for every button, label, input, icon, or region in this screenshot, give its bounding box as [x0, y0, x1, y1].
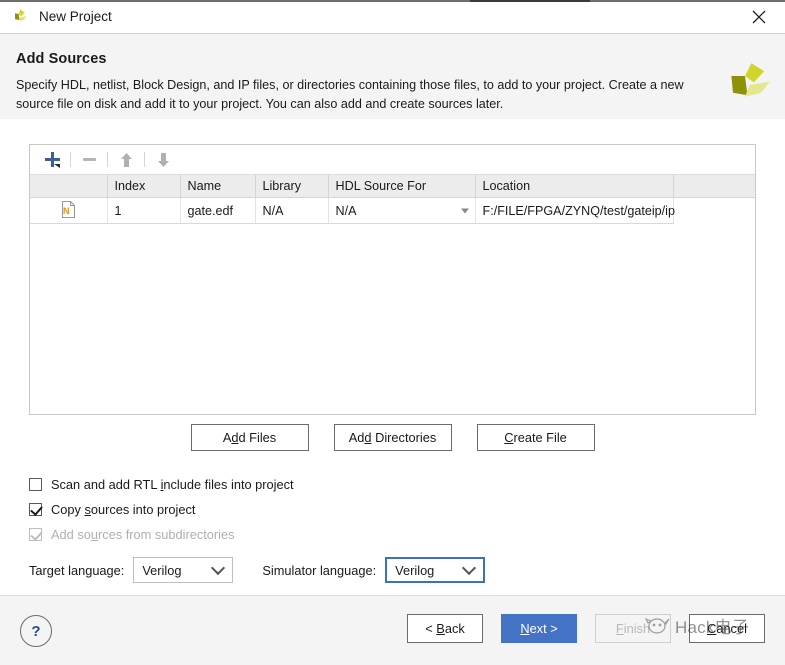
column-header-index[interactable]: Index	[107, 175, 181, 198]
simulator-language-value: Verilog	[395, 562, 435, 578]
add-files-post: d Files	[238, 430, 277, 445]
row-name: gate.edf	[180, 197, 256, 224]
checkbox-label: Add sources from subdirectories	[51, 527, 235, 542]
chevron-down-icon	[211, 560, 226, 576]
row-filler	[673, 198, 755, 224]
xilinx-pinwheel-logo	[731, 63, 770, 97]
checkbox-box	[29, 503, 43, 516]
column-header-location[interactable]: Location	[475, 175, 674, 198]
back-pre: <	[425, 621, 437, 636]
add-directories-mnemonic: d	[364, 430, 372, 445]
cancel-mnemonic: C	[707, 621, 717, 636]
row-hdl-source-value: N/A	[335, 203, 357, 218]
back-button[interactable]: < Back	[407, 614, 483, 643]
checkbox-label: Scan and add RTL include files into proj…	[51, 477, 294, 492]
table-header-row: Index Name Library HDL Source For Locati…	[30, 175, 755, 198]
page-description: Specify HDL, netlist, Block Design, and …	[16, 78, 684, 111]
opt0-post: nclude files into project	[163, 477, 294, 492]
table-row[interactable]: N 1 gate.edf N/A N/A F:/FILE/FPGA/ZYNQ/t…	[30, 197, 755, 224]
chevron-down-icon[interactable]	[460, 208, 469, 213]
move-down-button[interactable]	[150, 149, 176, 171]
cancel-post: ancel	[716, 621, 747, 636]
move-up-button[interactable]	[113, 149, 139, 171]
column-header-filler	[673, 175, 755, 198]
row-library[interactable]: N/A	[255, 197, 329, 224]
window-title: New Project	[39, 9, 112, 24]
sources-table: Index Name Library HDL Source For Locati…	[30, 175, 755, 224]
language-settings: Target language: Verilog Simulator langu…	[29, 557, 486, 583]
opt1-pre: Copy	[51, 502, 85, 517]
checkbox-box	[29, 478, 42, 491]
window-top-edge-artifact	[470, 0, 590, 2]
opt2-mnemonic: u	[90, 527, 98, 542]
next-mnemonic: N	[520, 621, 530, 636]
checkbox-scan-rtl-include[interactable]: Scan and add RTL include files into proj…	[29, 472, 294, 497]
page-title: Add Sources	[16, 51, 107, 67]
row-file-type-icon: N	[30, 197, 108, 224]
opt2-post: rces from subdirectories	[97, 527, 235, 542]
add-directories-button[interactable]: Add Directories	[333, 424, 452, 451]
dialog-header: Add Sources Specify HDL, netlist, Block …	[0, 34, 785, 119]
column-header-hdl-source-for[interactable]: HDL Source For	[328, 175, 476, 198]
next-post: ext >	[529, 621, 558, 636]
finish-mnemonic: F	[615, 621, 624, 636]
check-icon	[30, 528, 43, 541]
column-header-library[interactable]: Library	[255, 175, 329, 198]
row-hdl-source-for[interactable]: N/A	[328, 197, 476, 224]
finish-button: Finish	[595, 614, 671, 643]
target-language-select[interactable]: Verilog	[133, 557, 234, 583]
row-index: 1	[107, 197, 181, 224]
sources-toolbar	[30, 145, 755, 175]
dialog-footer: ? < Back Next > Finish Cancel	[0, 595, 785, 665]
check-icon	[30, 503, 43, 516]
next-button[interactable]: Next >	[501, 614, 577, 643]
toolbar-separator	[70, 152, 71, 167]
finish-post: inish	[623, 621, 651, 636]
add-directories-pre: Ad	[348, 430, 365, 445]
checkbox-box	[29, 528, 43, 541]
row-location: F:/FILE/FPGA/ZYNQ/test/gateip/ip	[475, 197, 675, 224]
checkbox-add-sources-subdirs: Add sources from subdirectories	[29, 522, 294, 547]
xilinx-logo-icon	[15, 9, 27, 21]
svg-text:N: N	[63, 206, 70, 216]
checkbox-label: Copy sources into project	[51, 502, 195, 517]
add-files-button[interactable]: Add Files	[190, 424, 309, 451]
add-source-button[interactable]	[39, 149, 65, 171]
create-file-button[interactable]: Create File	[476, 424, 595, 451]
wizard-nav-buttons: < Back Next > Finish Cancel	[407, 614, 765, 643]
help-button[interactable]: ?	[20, 615, 52, 647]
cancel-button[interactable]: Cancel	[689, 614, 765, 643]
source-action-buttons: Add Files Add Directories Create File	[0, 424, 785, 451]
back-post: ack	[444, 621, 465, 636]
close-icon[interactable]	[739, 2, 779, 32]
remove-source-button[interactable]	[76, 149, 102, 171]
add-directories-post: Directories	[371, 430, 437, 445]
column-header-name[interactable]: Name	[180, 175, 256, 198]
simulator-language-select[interactable]: Verilog	[385, 557, 486, 583]
sources-panel: Index Name Library HDL Source For Locati…	[29, 144, 756, 415]
column-header-icon[interactable]	[30, 175, 108, 198]
chevron-down-icon	[462, 560, 477, 576]
options-list: Scan and add RTL include files into proj…	[29, 472, 294, 547]
checkbox-copy-sources[interactable]: Copy sources into project	[29, 497, 294, 522]
window-titlebar: New Project	[0, 0, 785, 34]
toolbar-separator	[144, 152, 145, 167]
opt0-pre: Scan and add RTL	[51, 477, 161, 492]
window-top-edge	[0, 0, 785, 2]
opt1-post: ources into project	[90, 502, 196, 517]
dialog-body: Index Name Library HDL Source For Locati…	[0, 119, 785, 595]
target-language-value: Verilog	[142, 562, 182, 578]
back-mnemonic: B	[436, 621, 445, 636]
simulator-language-label: Simulator language:	[262, 562, 377, 578]
target-language-label: Target language:	[29, 562, 125, 578]
opt2-pre: Add so	[51, 527, 91, 542]
create-file-post: reate File	[513, 430, 567, 445]
toolbar-separator	[107, 152, 108, 167]
